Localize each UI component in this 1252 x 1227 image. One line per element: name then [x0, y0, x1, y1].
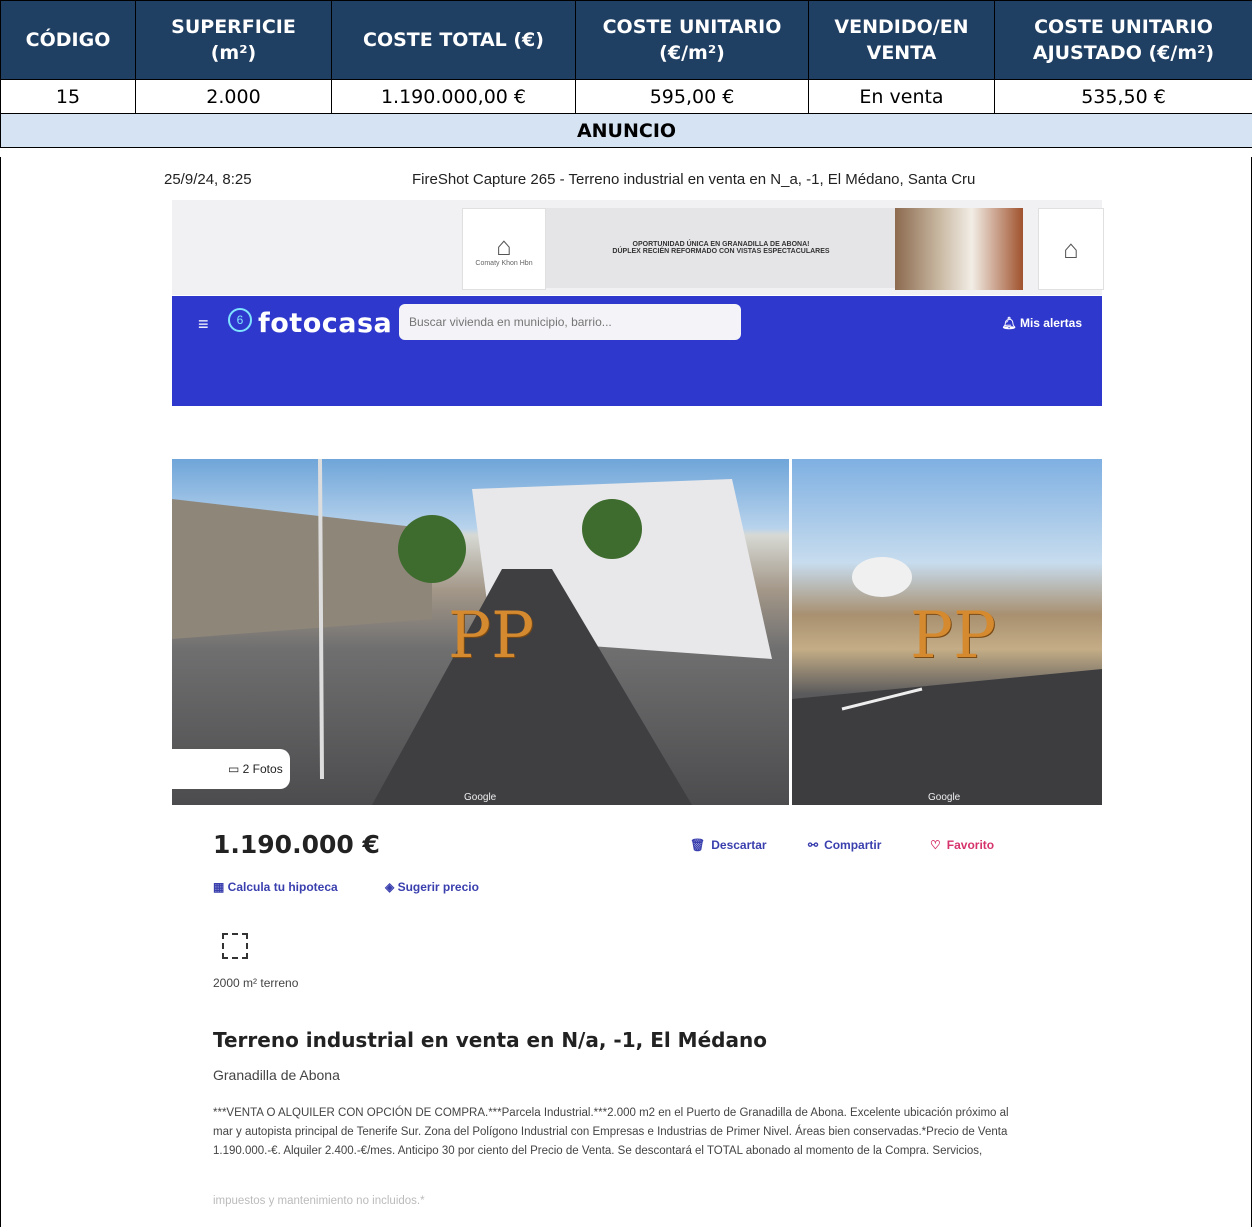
- suggest-price-link[interactable]: ◈ Sugerir precio: [385, 880, 479, 894]
- tag-icon: ◈: [385, 880, 398, 894]
- ad-banner[interactable]: ⌂ Comaty Khon Hbn OPORTUNIDAD ÚNICA EN G…: [172, 200, 1104, 295]
- share-icon: ⚯: [808, 838, 819, 852]
- cell-superficie: 2.000: [135, 79, 332, 114]
- photos-count-button[interactable]: ▭ 2 Fotos: [172, 749, 290, 789]
- section-label-anuncio: ANUNCIO: [0, 113, 1252, 148]
- fotocasa-logo-icon: 6: [228, 308, 252, 332]
- gallery-side-photo[interactable]: PP Google: [792, 459, 1102, 805]
- header-coste-unitario: COSTE UNITARIO (€/m²): [575, 0, 809, 80]
- cell-codigo: 15: [0, 79, 136, 114]
- header-superficie: SUPERFICIE (m²): [135, 0, 332, 80]
- table-header-row: CÓDIGO SUPERFICIE (m²) COSTE TOTAL (€) CO…: [0, 0, 1252, 80]
- capture-date: 25/9/24, 8:25: [164, 171, 252, 188]
- listing-description-fade: impuestos y mantenimiento no incluidos.*: [213, 1195, 425, 1207]
- listing-title: Terreno industrial en venta en N/a, -1, …: [213, 1028, 767, 1052]
- listing-location: Granadilla de Abona: [213, 1067, 340, 1083]
- google-attribution: Google: [464, 792, 497, 803]
- ad-brand-logo-2: ⌂: [1038, 208, 1104, 290]
- alerts-label: Mis alertas: [1019, 316, 1082, 330]
- ad-brand-logo: ⌂ Comaty Khon Hbn: [462, 208, 546, 290]
- camera-icon: ▭: [228, 762, 243, 776]
- suggest-label: Sugerir precio: [397, 880, 479, 894]
- watermark: PP: [910, 599, 997, 673]
- cell-coste-ajustado: 535,50 €: [994, 79, 1252, 114]
- mortgage-link[interactable]: ▦ Calcula tu hipoteca: [213, 880, 338, 894]
- area-icon: [222, 933, 248, 959]
- listing-price: 1.190.000 €: [213, 830, 380, 859]
- ad-brand-text: Comaty Khon Hbn: [475, 259, 533, 267]
- watermark: PP: [448, 599, 535, 673]
- ad-photo: [895, 208, 1023, 290]
- discard-label: Descartar: [711, 838, 767, 852]
- header-coste-total: COSTE TOTAL (€): [331, 0, 576, 80]
- cell-coste-unitario: 595,00 €: [575, 79, 809, 114]
- favorite-label: Favorito: [946, 838, 995, 852]
- mortgage-label: Calcula tu hipoteca: [227, 880, 338, 894]
- search-input[interactable]: [399, 304, 741, 340]
- cell-vendido: En venta: [808, 79, 995, 114]
- house-icon: ⌂: [496, 230, 512, 261]
- ad-text: OPORTUNIDAD ÚNICA EN GRANADILLA DE ABONA…: [546, 208, 896, 288]
- cost-table: CÓDIGO SUPERFICIE (m²) COSTE TOTAL (€) CO…: [0, 0, 1252, 148]
- alerts-link[interactable]: 🔔︎ Mis alertas: [1001, 316, 1082, 330]
- site-header: ≡ 6 fotocasa 🔔︎ Mis alertas: [172, 296, 1102, 406]
- cell-coste-total: 1.190.000,00 €: [331, 79, 576, 114]
- discard-button[interactable]: 🗑︎ Descartar: [690, 838, 767, 852]
- gallery-main-photo[interactable]: PP ▭ 2 Fotos Google: [172, 459, 789, 805]
- house-icon: ⌂: [1063, 234, 1079, 264]
- table-row: 15 2.000 1.190.000,00 € 595,00 € En vent…: [0, 79, 1252, 114]
- heart-icon: ♡: [930, 838, 941, 852]
- photos-count-label: 2 Fotos: [242, 762, 283, 776]
- share-button[interactable]: ⚯ Compartir: [808, 838, 881, 852]
- ad-line-1: OPORTUNIDAD ÚNICA EN GRANADILLA DE ABONA…: [632, 241, 810, 248]
- site-logo[interactable]: fotocasa: [258, 308, 392, 339]
- share-label: Compartir: [824, 838, 882, 852]
- section-row: ANUNCIO: [0, 113, 1252, 148]
- header-vendido: VENDIDO/EN VENTA: [808, 0, 995, 80]
- listing-description: ***VENTA O ALQUILER CON OPCIÓN DE COMPRA…: [213, 1107, 1009, 1157]
- google-attribution: Google: [928, 792, 961, 803]
- header-codigo: CÓDIGO: [0, 0, 136, 80]
- ad-line-2: DÚPLEX RECIÉN REFORMADO CON VISTAS ESPEC…: [612, 248, 830, 255]
- header-coste-ajustado: COSTE UNITARIO AJUSTADO (€/m²): [994, 0, 1252, 80]
- area-text: 2000 m² terreno: [213, 976, 299, 990]
- trash-icon: 🗑︎: [690, 838, 706, 852]
- menu-icon[interactable]: ≡: [198, 314, 209, 335]
- calculator-icon: ▦: [213, 880, 228, 894]
- favorite-button[interactable]: ♡ Favorito: [930, 838, 994, 852]
- capture-title: FireShot Capture 265 - Terreno industria…: [412, 171, 976, 188]
- bell-icon: 🔔︎: [1001, 316, 1017, 330]
